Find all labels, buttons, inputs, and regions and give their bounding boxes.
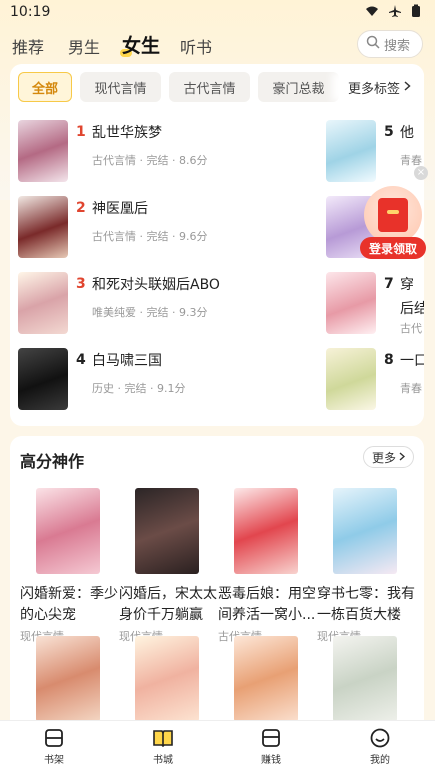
search-label: 搜索 [384,38,411,54]
rank-number: 8 [384,352,394,368]
book-cover [36,636,100,722]
status-bar: 10:19 [0,0,435,26]
book-cover [135,488,199,574]
rank-number: 2 [76,200,86,216]
more-label: 更多 [371,450,396,465]
book-cover [18,348,68,410]
book-cover [234,636,298,722]
more-tags-label: 更多标签 [348,81,401,97]
search-icon [366,35,380,53]
ranking-item[interactable]: 1 乱世华族梦 古代言情 · 完结 · 8.6分 [18,120,238,182]
book-meta: 历史 · 完结 · 9.1分 [92,382,186,395]
book-cover [18,196,68,258]
nav-label: 赚钱 [261,755,281,766]
nav-me[interactable]: 我的 [350,727,410,766]
tab-audiobook[interactable]: 听书 [180,34,212,58]
battery-icon [411,4,421,22]
bookshelf-icon [24,727,84,749]
book-title: 他 [400,125,414,141]
book-title: 恶毒后娘：用空间养活一窝小... [218,586,316,623]
book-title: 乱世华族梦 [92,125,162,141]
login-reward-label: 登录领取 [360,237,426,259]
book-meta: 古代言情 · 完结 · 8.6分 [92,154,208,167]
chevron-right-icon [399,450,406,464]
wallet-icon [241,727,301,749]
nav-label: 书城 [153,755,173,766]
nav-bookstore[interactable]: 书城 [133,727,193,766]
chevron-right-icon [404,80,411,95]
airplane-icon [388,4,402,22]
tab-female[interactable]: 女生 [119,31,160,58]
book-title: 穿 [400,277,414,293]
book-title: 一口 [400,353,424,369]
ranking-item[interactable]: 8 一口 青春 [326,348,424,410]
book-meta: 青春 [400,382,422,395]
book-title: 神医凰后 [92,201,148,217]
book-cover [135,636,199,722]
rank-number: 3 [76,276,86,292]
book-title: 穿书七零：我有一栋百货大楼 [317,586,415,623]
login-reward-button[interactable]: 登录领取 [360,186,426,262]
book-open-icon [133,727,193,749]
book-meta: 唯美纯爱 · 完结 · 9.3分 [92,306,208,319]
book-title: 白马啸三国 [92,353,162,369]
high-score-section: 高分神作 更多 闪婚新爱：季少的心尖宠 现代言情 闪婚后，宋太太身价千万躺赢 现… [10,436,424,726]
book-meta: 古代言情 · 完结 · 9.6分 [92,230,208,243]
more-tags-button[interactable]: 更多标签 [340,72,424,102]
category-tags: 全部 现代言情 古代言情 豪门总裁 [18,72,339,102]
close-icon[interactable]: × [414,166,428,180]
bottom-nav: 书架 书城 赚钱 我的 [0,720,435,773]
tab-recommend[interactable]: 推荐 [12,34,44,58]
section-title: 高分神作 [20,452,85,471]
rank-number: 7 [384,276,394,292]
ranking-item[interactable]: 3 和死对头联姻后ABO 唯美纯爱 · 完结 · 9.3分 [18,272,238,334]
status-icons [365,4,421,22]
book-title-line2: 后结 [400,301,424,317]
ranking-item[interactable]: 5 他 青春 [326,120,424,182]
book-title: 闪婚新爱：季少的心尖宠 [20,586,118,623]
wifi-icon [365,4,379,22]
book-cover [333,636,397,722]
nav-bookshelf[interactable]: 书架 [24,727,84,766]
book-cover [36,488,100,574]
rank-number: 1 [76,124,86,140]
tab-male[interactable]: 男生 [68,34,100,58]
book-cover [326,120,376,182]
book-cover [326,348,376,410]
smile-face-icon [350,727,410,749]
book-meta: 古代 [400,322,422,335]
ranking-item[interactable]: 2 神医凰后 古代言情 · 完结 · 9.6分 [18,196,238,258]
book-cover [333,488,397,574]
rank-number: 4 [76,352,86,368]
red-envelope-icon [378,198,408,232]
tag-all[interactable]: 全部 [18,72,72,102]
search-button[interactable]: 搜索 [357,30,423,58]
book-cover [18,272,68,334]
rank-number: 5 [384,124,394,140]
top-nav: 推荐 男生 女生 听书 搜索 [0,30,435,60]
book-cover [18,120,68,182]
status-time: 10:19 [10,4,51,20]
more-button[interactable]: 更多 [362,446,414,468]
nav-earn[interactable]: 赚钱 [241,727,301,766]
nav-label: 我的 [370,755,390,766]
ranking-item[interactable]: 4 白马啸三国 历史 · 完结 · 9.1分 [18,348,238,410]
ranking-item[interactable]: 7 穿 后结 古代 [326,272,424,335]
tag-ancient-romance[interactable]: 古代言情 [169,72,250,102]
nav-label: 书架 [44,755,64,766]
tag-modern-romance[interactable]: 现代言情 [80,72,161,102]
book-title: 闪婚后，宋太太身价千万躺赢 [119,586,217,623]
tag-ceo[interactable]: 豪门总裁 [258,72,339,102]
book-cover [234,488,298,574]
book-cover [326,272,376,334]
book-title: 和死对头联姻后ABO [92,277,220,293]
